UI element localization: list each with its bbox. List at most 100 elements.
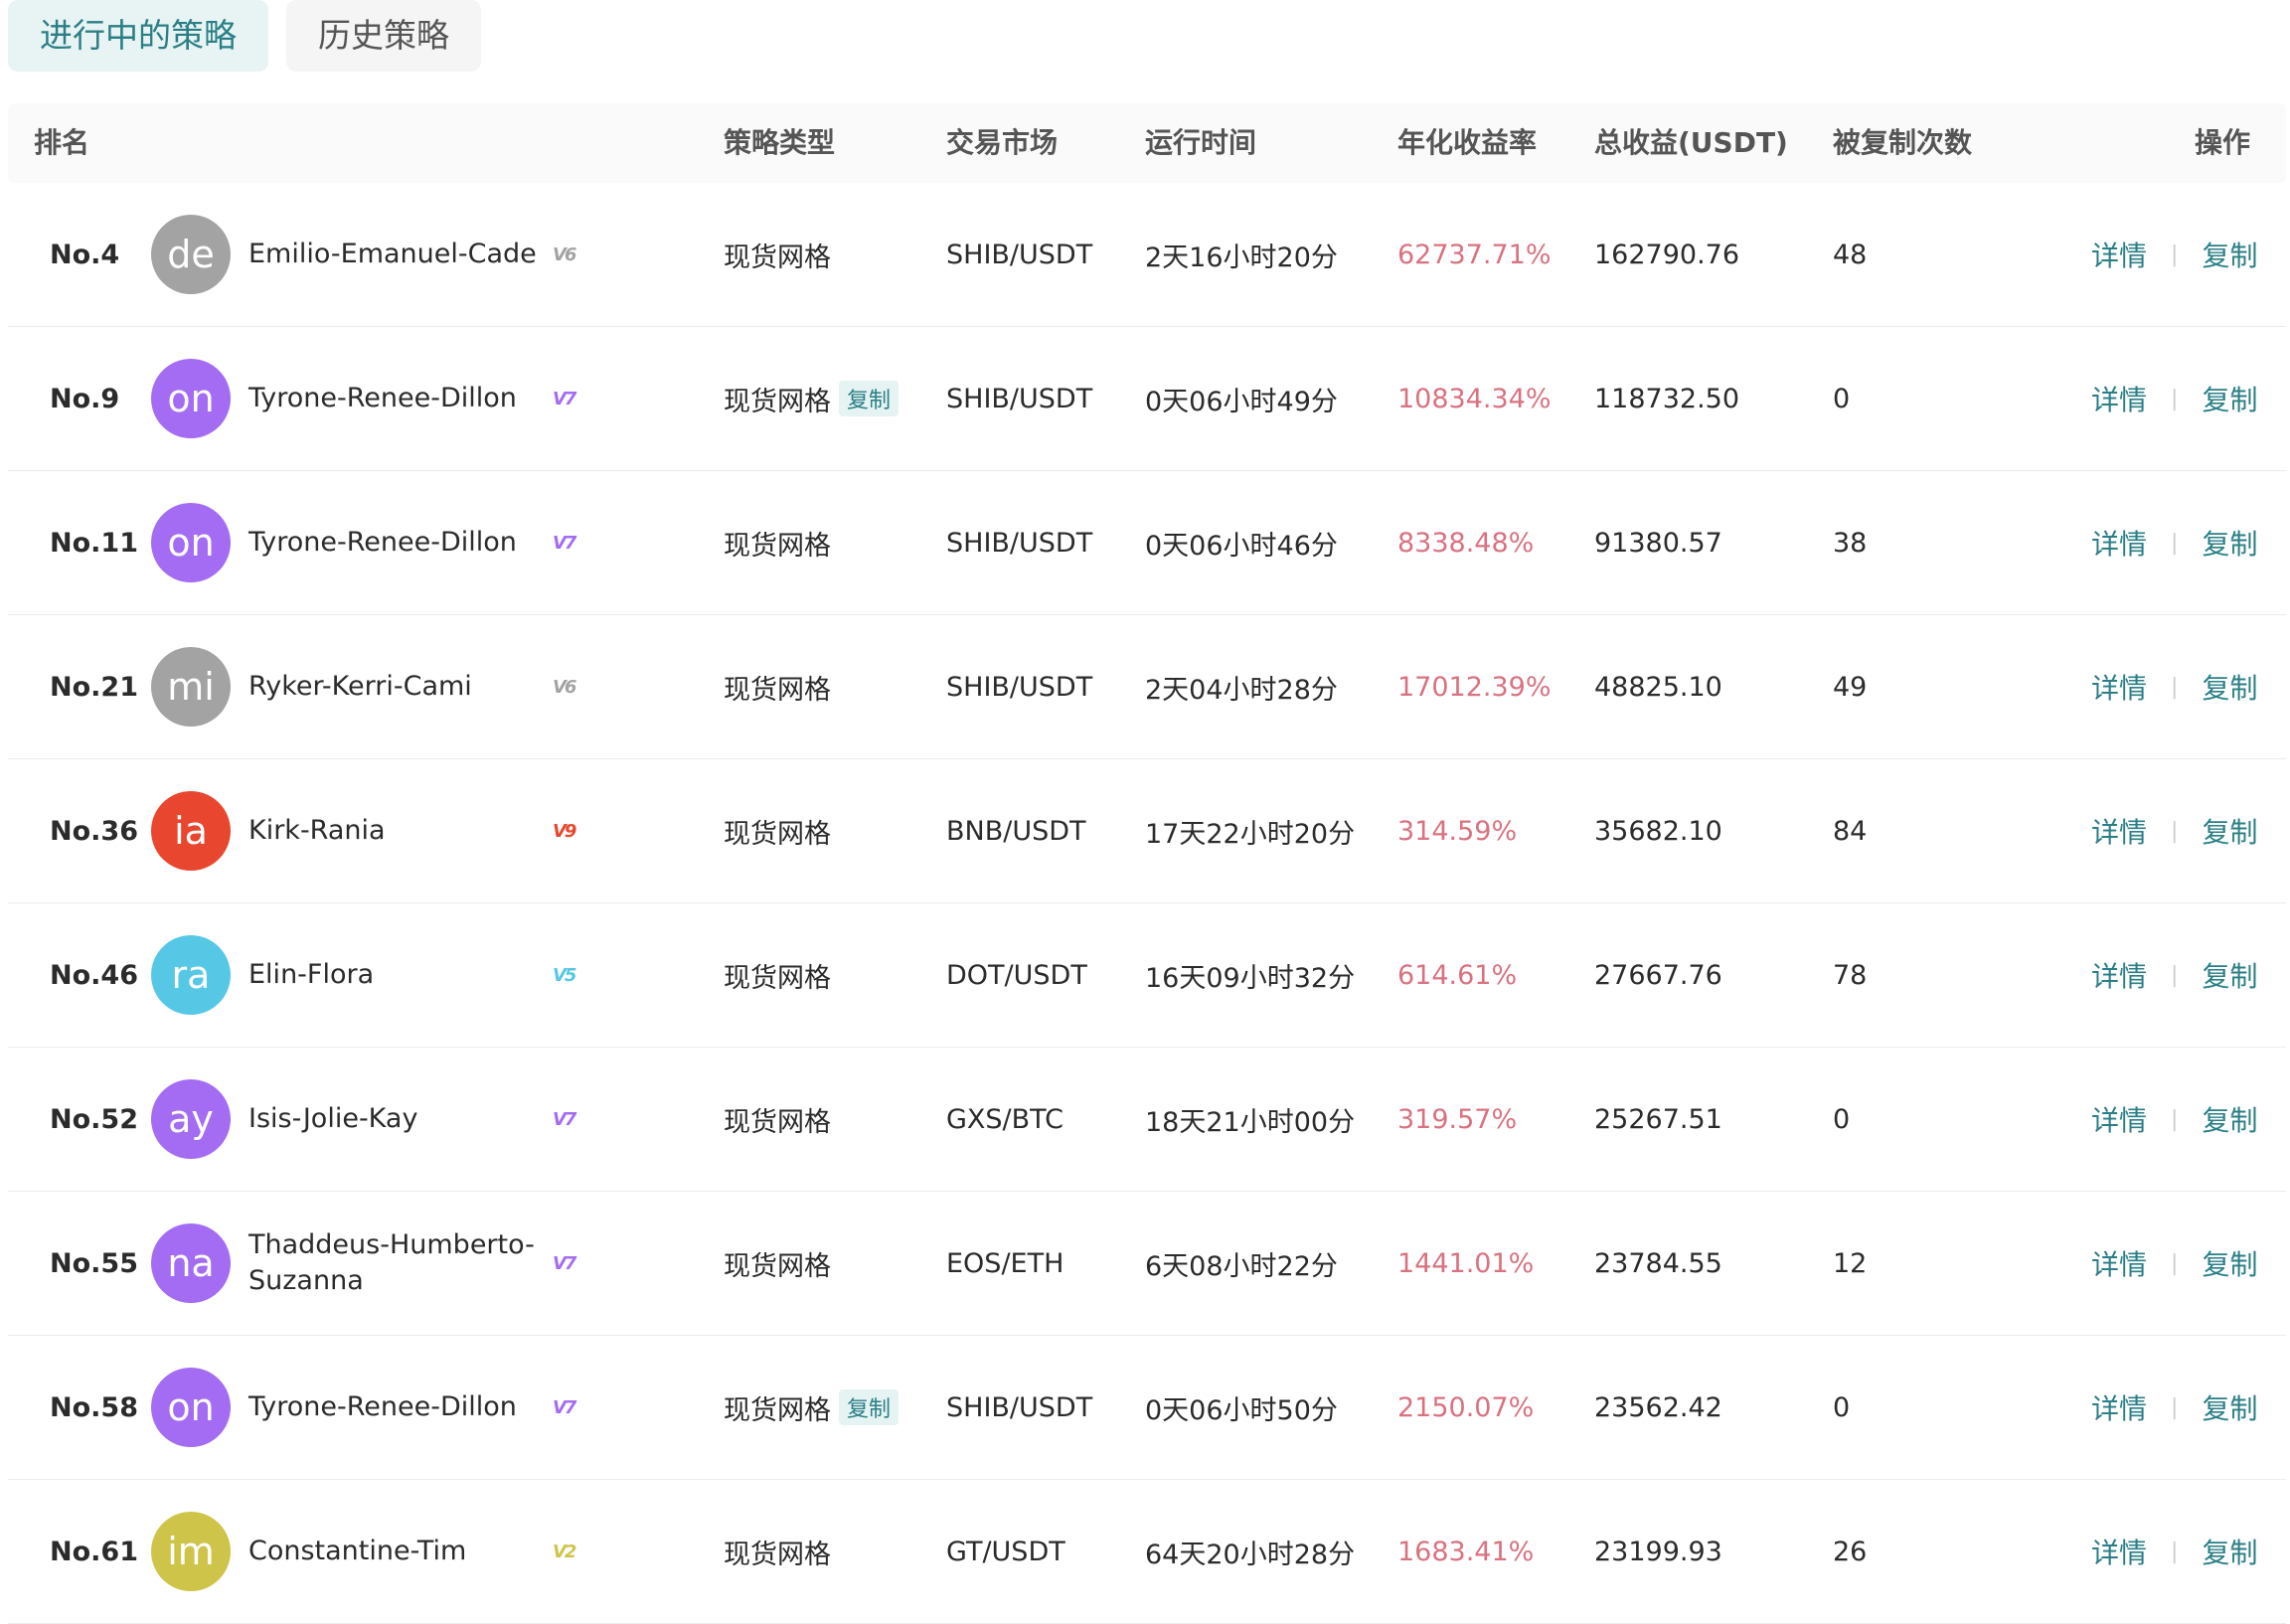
table-row: No.4 de Emilio-Emanuel-Cade V6 现货网格 SHIB/USDT… bbox=[8, 183, 2286, 327]
detail-button[interactable]: 详情 bbox=[2091, 667, 2147, 707]
level-badge-icon: V6 bbox=[553, 244, 577, 265]
runtime-cell: 17天22小时20分 bbox=[1145, 818, 1356, 850]
annual-yield-cell: 62737.71% bbox=[1397, 239, 1552, 270]
strategy-type: 现货网格 bbox=[724, 1394, 831, 1426]
rank-cell: No.36 bbox=[50, 815, 138, 847]
header-rank: 排名 bbox=[34, 126, 90, 159]
header-runtime: 运行时间 bbox=[1145, 126, 1257, 159]
trader-name[interactable]: Tyrone-Renee-Dillon bbox=[248, 381, 547, 416]
strategy-type: 现货网格 bbox=[724, 1539, 831, 1570]
copy-button[interactable]: 复制 bbox=[2202, 1387, 2257, 1427]
strategy-type: 现货网格 bbox=[724, 674, 831, 706]
market-cell: BNB/USDT bbox=[946, 815, 1086, 847]
rank-cell: No.58 bbox=[50, 1391, 138, 1423]
table-row: No.61 im Constantine-Tim V2 现货网格 GT/USDT 64天20… bbox=[8, 1480, 2286, 1624]
strategy-type-cell: 现货网格 bbox=[724, 1048, 831, 1191]
detail-button[interactable]: 详情 bbox=[2091, 523, 2147, 563]
strategy-table: 排名 策略类型 交易市场 运行时间 年化收益率 总收益(USDT) 被复制次数 … bbox=[8, 103, 2286, 1624]
market-cell: SHIB/USDT bbox=[946, 527, 1093, 559]
copy-button[interactable]: 复制 bbox=[2202, 1099, 2257, 1139]
strategy-type-cell: 现货网格 bbox=[724, 183, 831, 326]
total-profit-cell: 91380.57 bbox=[1594, 527, 1722, 559]
trader-name-cell: Constantine-Tim V2 bbox=[248, 1480, 577, 1623]
copy-count-cell: 26 bbox=[1833, 1536, 1868, 1567]
table-row: No.21 mi Ryker-Kerri-Cami V6 现货网格 SHIB/USDT 2天… bbox=[8, 615, 2286, 759]
runtime-cell: 0天06小时49分 bbox=[1145, 386, 1338, 417]
copy-tag-badge: 复制 bbox=[839, 1389, 900, 1425]
detail-button[interactable]: 详情 bbox=[2091, 1243, 2147, 1283]
trader-name-cell: Elin-Flora V5 bbox=[248, 903, 577, 1047]
actions-cell: 详情 | 复制 bbox=[2091, 327, 2257, 470]
avatar[interactable]: de bbox=[151, 215, 231, 294]
rank-cell: No.21 bbox=[50, 671, 138, 703]
avatar[interactable]: ra bbox=[151, 935, 231, 1015]
avatar[interactable]: ay bbox=[151, 1079, 231, 1159]
detail-button[interactable]: 详情 bbox=[2091, 235, 2147, 274]
market-cell: GXS/BTC bbox=[946, 1103, 1063, 1135]
actions-cell: 详情 | 复制 bbox=[2091, 1480, 2257, 1623]
actions-cell: 详情 | 复制 bbox=[2091, 1048, 2257, 1191]
avatar[interactable]: on bbox=[151, 503, 231, 582]
table-body: No.4 de Emilio-Emanuel-Cade V6 现货网格 SHIB/USDT… bbox=[8, 183, 2286, 1624]
trader-name[interactable]: Isis-Jolie-Kay bbox=[248, 1101, 547, 1137]
total-profit-cell: 23199.93 bbox=[1594, 1536, 1722, 1567]
table-row: No.36 ia Kirk-Rania V9 现货网格 BNB/USDT 17天22小时20… bbox=[8, 759, 2286, 903]
total-profit-cell: 48825.10 bbox=[1594, 671, 1722, 703]
strategy-type-cell: 现货网格 bbox=[724, 1480, 831, 1623]
runtime-cell: 64天20小时28分 bbox=[1145, 1539, 1356, 1570]
runtime-cell: 2天04小时28分 bbox=[1145, 674, 1338, 706]
copy-count-cell: 0 bbox=[1833, 383, 1851, 414]
detail-button[interactable]: 详情 bbox=[2091, 811, 2147, 851]
trader-name[interactable]: Tyrone-Renee-Dillon bbox=[248, 1389, 547, 1425]
trader-name-cell: Tyrone-Renee-Dillon V7 bbox=[248, 471, 577, 614]
page: 进行中的策略 历史策略 排名 策略类型 交易市场 运行时间 年化收益率 总收益(… bbox=[0, 0, 2290, 1624]
runtime-cell: 16天09小时32分 bbox=[1145, 962, 1356, 994]
tab-active-strategies[interactable]: 进行中的策略 bbox=[8, 0, 268, 72]
copy-button[interactable]: 复制 bbox=[2202, 955, 2257, 995]
strategy-type-cell: 现货网格 bbox=[724, 615, 831, 758]
avatar[interactable]: im bbox=[151, 1512, 231, 1591]
strategy-type: 现货网格 bbox=[724, 530, 831, 562]
trader-name[interactable]: Elin-Flora bbox=[248, 957, 547, 993]
annual-yield-cell: 8338.48% bbox=[1397, 527, 1535, 559]
table-header: 排名 策略类型 交易市场 运行时间 年化收益率 总收益(USDT) 被复制次数 … bbox=[8, 103, 2286, 183]
trader-name[interactable]: Emilio-Emanuel-Cade bbox=[248, 237, 547, 272]
trader-name[interactable]: Kirk-Rania bbox=[248, 813, 547, 849]
trader-name[interactable]: Tyrone-Renee-Dillon bbox=[248, 525, 547, 561]
detail-button[interactable]: 详情 bbox=[2091, 1099, 2147, 1139]
header-market: 交易市场 bbox=[946, 126, 1059, 159]
annual-yield-cell: 614.61% bbox=[1397, 959, 1518, 991]
avatar[interactable]: na bbox=[151, 1223, 231, 1303]
copy-button[interactable]: 复制 bbox=[2202, 1243, 2257, 1283]
annual-yield-cell: 314.59% bbox=[1397, 815, 1518, 847]
copy-button[interactable]: 复制 bbox=[2202, 379, 2257, 418]
trader-name[interactable]: Ryker-Kerri-Cami bbox=[248, 669, 547, 705]
copy-button[interactable]: 复制 bbox=[2202, 1532, 2257, 1571]
copy-button[interactable]: 复制 bbox=[2202, 523, 2257, 563]
table-row: No.11 on Tyrone-Renee-Dillon V7 现货网格 SHIB/USD… bbox=[8, 471, 2286, 615]
strategy-tabs: 进行中的策略 历史策略 bbox=[8, 0, 481, 72]
detail-button[interactable]: 详情 bbox=[2091, 379, 2147, 418]
action-divider: | bbox=[2171, 962, 2179, 988]
detail-button[interactable]: 详情 bbox=[2091, 955, 2147, 995]
copy-button[interactable]: 复制 bbox=[2202, 811, 2257, 851]
actions-cell: 详情 | 复制 bbox=[2091, 759, 2257, 902]
rank-cell: No.61 bbox=[50, 1536, 138, 1567]
detail-button[interactable]: 详情 bbox=[2091, 1532, 2147, 1571]
level-badge-icon: V7 bbox=[553, 532, 577, 554]
header-strategy-type: 策略类型 bbox=[724, 126, 836, 159]
tab-history-strategies[interactable]: 历史策略 bbox=[286, 0, 481, 72]
copy-count-cell: 0 bbox=[1833, 1391, 1851, 1423]
copy-button[interactable]: 复制 bbox=[2202, 667, 2257, 707]
detail-button[interactable]: 详情 bbox=[2091, 1387, 2147, 1427]
avatar[interactable]: mi bbox=[151, 647, 231, 727]
trader-name[interactable]: Constantine-Tim bbox=[248, 1534, 547, 1569]
annual-yield-cell: 319.57% bbox=[1397, 1103, 1518, 1135]
avatar[interactable]: ia bbox=[151, 791, 231, 871]
rank-cell: No.4 bbox=[50, 239, 120, 270]
trader-name[interactable]: Thaddeus-Humberto-Suzanna bbox=[248, 1227, 547, 1299]
avatar[interactable]: on bbox=[151, 1368, 231, 1447]
copy-count-cell: 49 bbox=[1833, 671, 1868, 703]
avatar[interactable]: on bbox=[151, 359, 231, 438]
copy-button[interactable]: 复制 bbox=[2202, 235, 2257, 274]
